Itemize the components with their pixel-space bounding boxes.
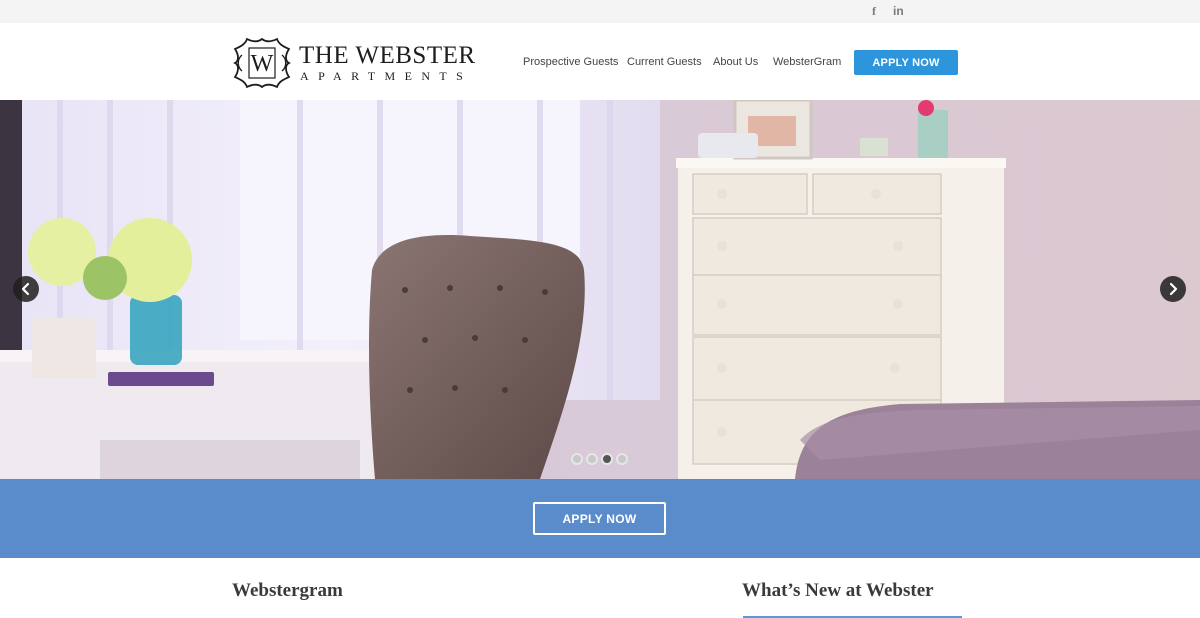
logo-emblem-icon: W bbox=[233, 37, 291, 89]
nav-prospective-guests[interactable]: Prospective Guests bbox=[523, 56, 618, 69]
logo-monogram: W bbox=[251, 51, 274, 77]
apply-now-band-button[interactable]: APPLY NOW bbox=[533, 502, 666, 535]
slider-dot[interactable] bbox=[586, 453, 598, 465]
webstergram-heading: Webstergram bbox=[232, 580, 343, 601]
nav-webstergram[interactable]: WebsterGram bbox=[773, 56, 841, 69]
whats-new-heading: What’s New at Webster bbox=[742, 580, 934, 601]
logo-title: THE WEBSTER bbox=[299, 42, 476, 69]
linkedin-icon[interactable]: in bbox=[893, 4, 904, 19]
facebook-icon[interactable]: f bbox=[872, 4, 876, 19]
hero-image bbox=[0, 100, 1200, 479]
chevron-right-icon bbox=[1169, 282, 1178, 296]
slider-next-button[interactable] bbox=[1160, 276, 1186, 302]
nav-about-us[interactable]: About Us bbox=[713, 56, 758, 69]
site-logo[interactable]: W THE WEBSTER APARTMENTS bbox=[233, 37, 483, 89]
cta-band: APPLY NOW bbox=[0, 479, 1200, 558]
slider-prev-button[interactable] bbox=[13, 276, 39, 302]
nav-current-guests[interactable]: Current Guests bbox=[627, 56, 702, 69]
apply-now-button[interactable]: APPLY NOW bbox=[854, 50, 958, 75]
logo-subtitle: APARTMENTS bbox=[300, 69, 473, 83]
site-header: W THE WEBSTER APARTMENTS Prospective Gue… bbox=[0, 23, 1200, 100]
slider-dot[interactable] bbox=[616, 453, 628, 465]
social-bar: f in bbox=[0, 0, 1200, 23]
slider-dot[interactable] bbox=[601, 453, 613, 465]
chevron-left-icon bbox=[21, 282, 30, 296]
slider-dot[interactable] bbox=[571, 453, 583, 465]
hero-slider bbox=[0, 100, 1200, 479]
